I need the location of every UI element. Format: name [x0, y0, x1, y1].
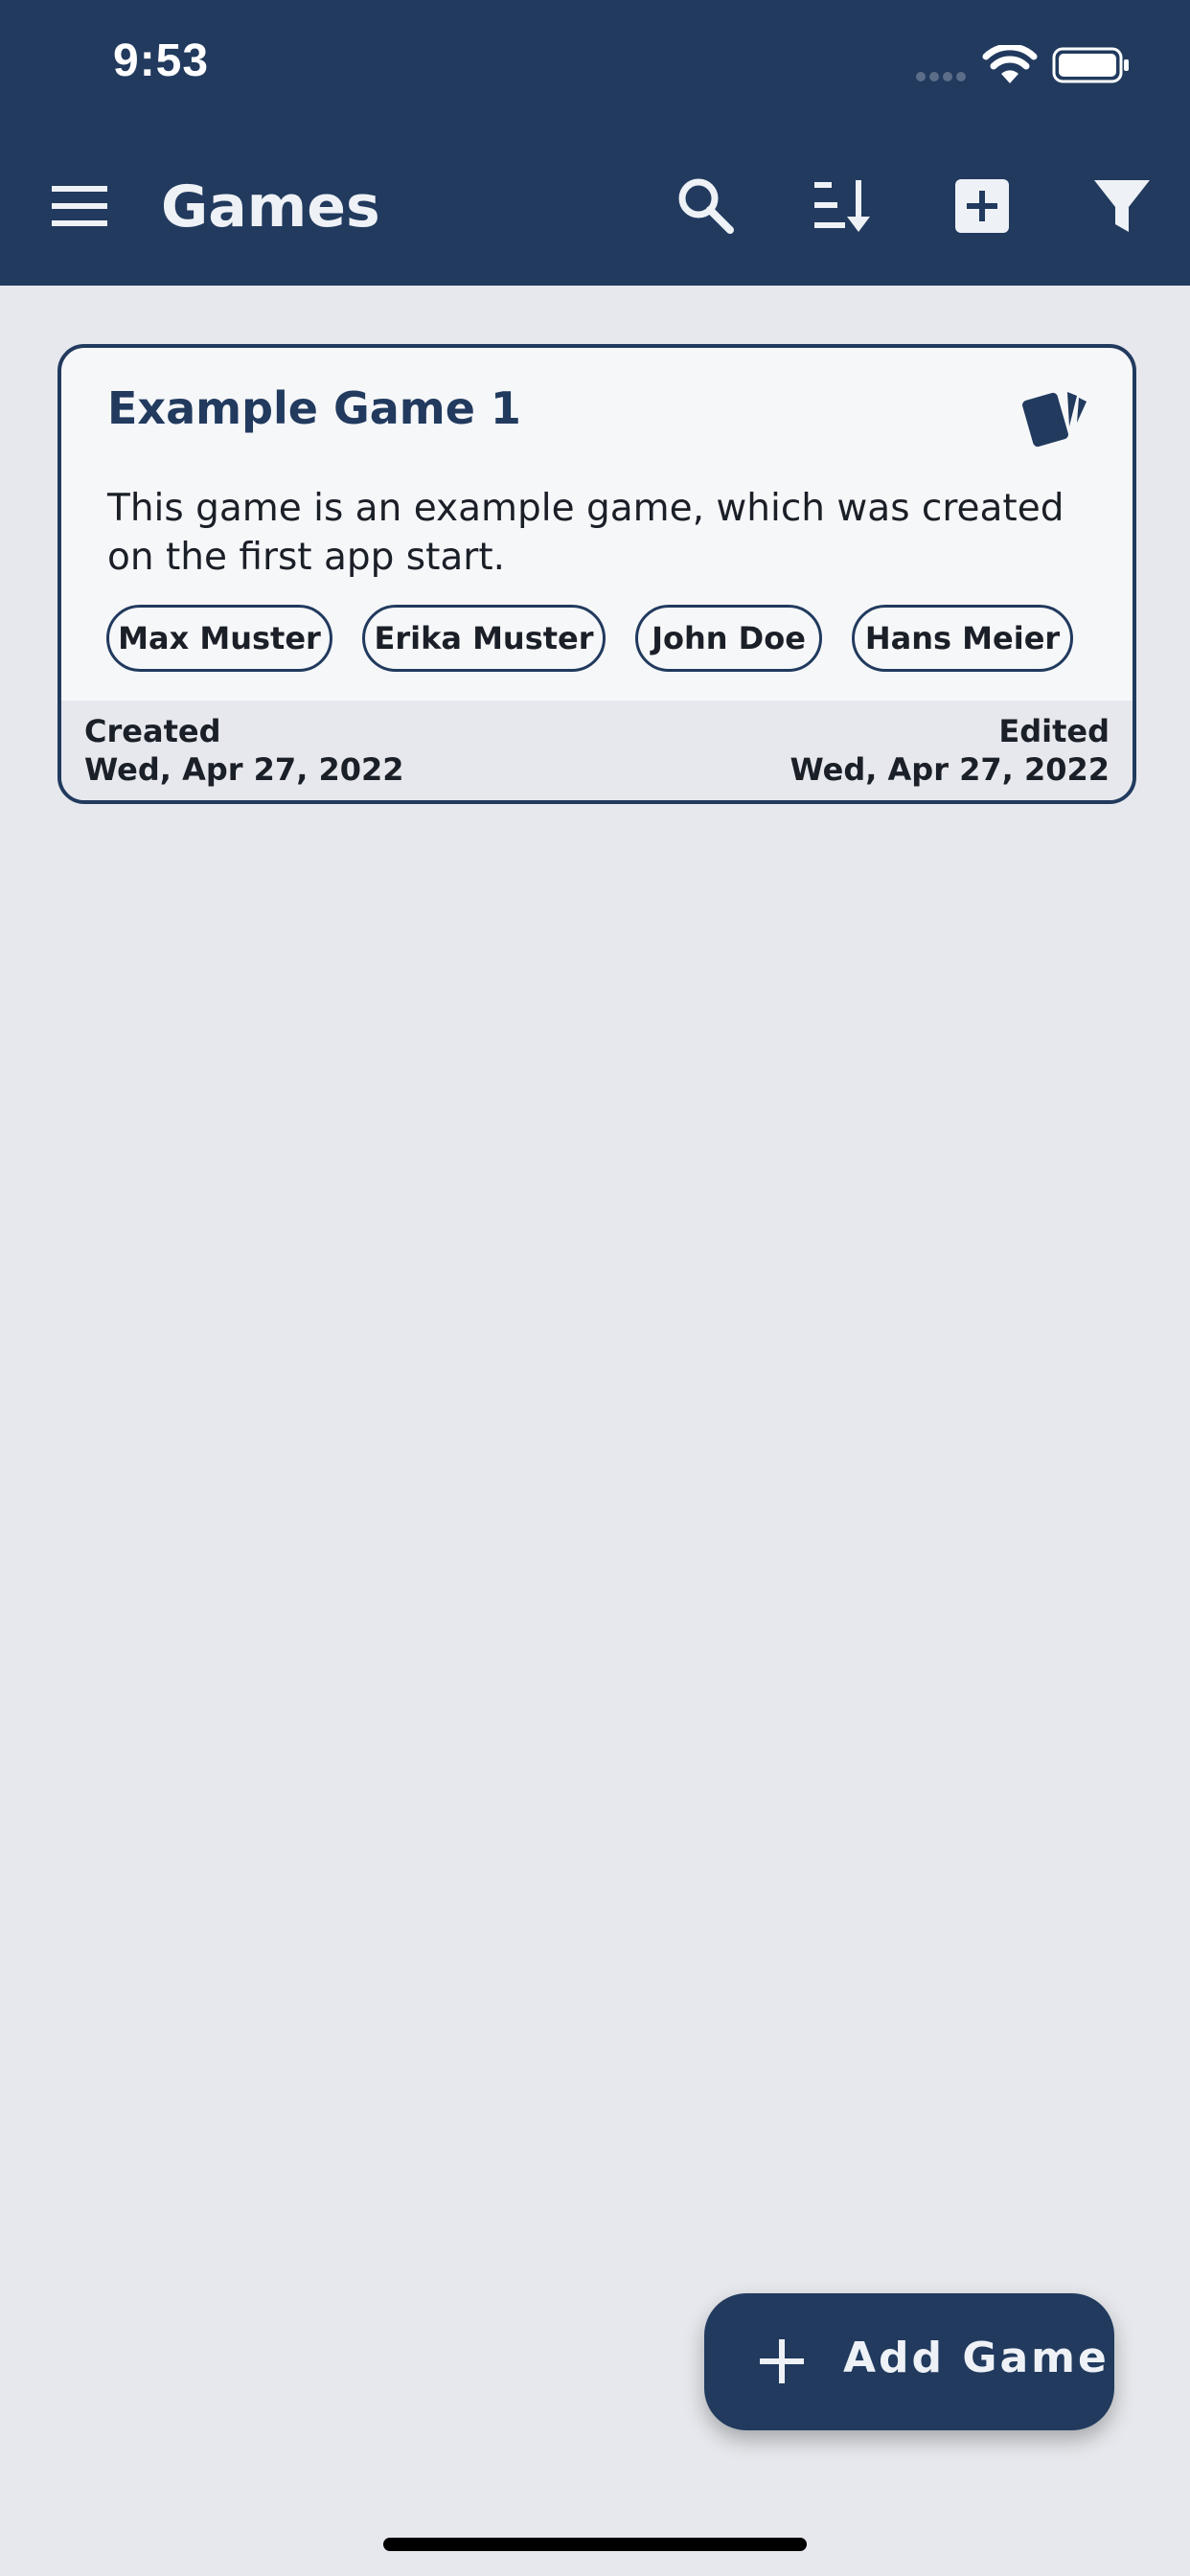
sort-descending-icon[interactable] [812, 176, 872, 236]
created-date: Wed, Apr 27, 2022 [84, 751, 404, 788]
search-icon[interactable] [676, 176, 736, 236]
status-time: 9:53 [113, 35, 210, 86]
game-card[interactable]: Example Game 1 This game is an example g… [57, 344, 1136, 804]
page-title: Games [161, 173, 380, 241]
cellular-signal-icon [916, 72, 966, 81]
filter-icon[interactable] [1092, 176, 1152, 236]
player-chip: Erika Muster [362, 605, 606, 672]
wifi-icon [982, 45, 1038, 83]
edited-label: Edited [998, 713, 1110, 749]
card-footer: Created Wed, Apr 27, 2022 Edited Wed, Ap… [61, 701, 1133, 800]
player-chip: John Doe [635, 605, 822, 672]
hamburger-menu-icon[interactable] [52, 186, 107, 226]
add-game-button[interactable]: Add Game [704, 2293, 1114, 2430]
game-title: Example Game 1 [107, 382, 521, 434]
player-chip: Max Muster [106, 605, 332, 672]
edited-date: Wed, Apr 27, 2022 [790, 751, 1110, 788]
add-box-icon[interactable] [952, 176, 1012, 236]
game-description: This game is an example game, which was … [107, 487, 1064, 579]
plus-icon [760, 2339, 804, 2383]
cards-icon [1022, 392, 1087, 448]
created-label: Created [84, 713, 221, 749]
home-indicator [383, 2538, 807, 2551]
player-chip: Hans Meier [852, 605, 1073, 672]
add-game-label: Add Game [843, 2334, 1110, 2382]
app-bar: 9:53 Games [0, 0, 1190, 286]
battery-icon [1052, 47, 1129, 83]
